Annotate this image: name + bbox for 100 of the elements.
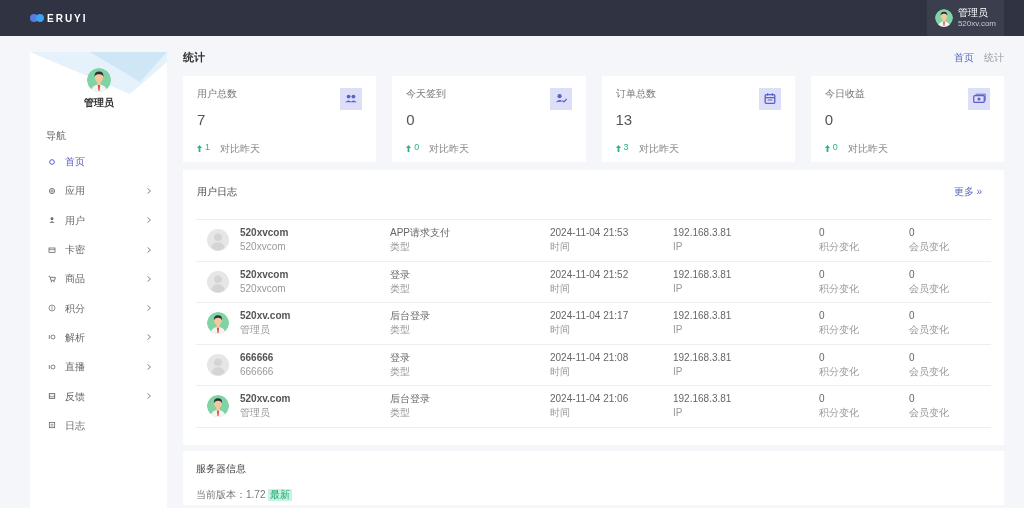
nav-label: 积分 (65, 301, 86, 316)
cell-label: 积分变化 (819, 406, 859, 421)
cell-value: 2024-11-04 21:06 (550, 392, 629, 407)
breadcrumb-link[interactable]: 首页 (954, 49, 974, 65)
plus-circle-icon (48, 186, 56, 195)
cart-icon (48, 274, 56, 283)
cell-value: 192.168.3.81 (673, 309, 732, 324)
cell-label: IP (673, 281, 683, 296)
cell-label: 时间 (550, 281, 570, 296)
cell-label: 520xvcom (240, 240, 286, 255)
cell-label: 会员变化 (909, 281, 949, 296)
nav-label: 应用 (65, 184, 86, 199)
cell-value: 2024-11-04 21:53 (550, 226, 629, 241)
stat-change: 0 (832, 141, 838, 155)
nav-item[interactable]: 用户 (30, 205, 167, 235)
cell-value: 后台登录 (390, 392, 430, 407)
stat-compare: 对比昨天 (847, 141, 888, 156)
nav-label: 解析 (65, 330, 86, 345)
cell-label: 520xvcom (240, 281, 286, 296)
avatar-placeholder-icon (207, 270, 229, 293)
cell-value: 0 (819, 226, 825, 241)
cell-label: 积分变化 (819, 364, 859, 379)
more-link[interactable]: 更多 » (953, 184, 982, 199)
cell-label: 积分变化 (819, 323, 859, 338)
nav-label: 卡密 (65, 243, 86, 258)
cell-label: 类型 (390, 323, 410, 338)
nav-label: 反馈 (65, 389, 86, 404)
cell-label: 时间 (550, 323, 570, 338)
nav-item[interactable]: 商品 (30, 264, 167, 294)
nav-section-label: 导航 (45, 129, 66, 143)
cell-value: 0 (819, 392, 825, 407)
user-menu[interactable]: 管理员 520xv.com (926, 0, 1004, 36)
arrow-up-icon (615, 144, 621, 152)
nav-label: 首页 (65, 155, 86, 170)
cell-value: 0 (909, 392, 915, 407)
nav-item[interactable]: 应用 (30, 176, 167, 206)
nav-item[interactable]: 直播 (30, 352, 167, 382)
stat-change: 3 (623, 141, 629, 155)
cell-label: 积分变化 (819, 240, 859, 255)
cell-label: IP (673, 406, 683, 421)
cell-label: 会员变化 (909, 323, 949, 338)
avatar-icon (207, 312, 229, 335)
cell-label: 类型 (390, 240, 410, 255)
stat-value: 0 (406, 110, 415, 130)
stat-compare: 对比昨天 (220, 141, 260, 156)
arrow-up-icon (197, 144, 202, 152)
nav-item[interactable]: 首页 (30, 147, 167, 177)
cell-label: 666666 (240, 364, 274, 379)
avatar-icon (207, 395, 229, 418)
cell-value: 520xvcom (240, 226, 289, 241)
nav-item[interactable]: 卡密 (30, 234, 167, 265)
cell-label: 类型 (390, 281, 410, 296)
avatar-placeholder-icon (207, 353, 229, 376)
cell-label: 类型 (390, 364, 410, 379)
version-text: 当前版本：1.72 (196, 488, 266, 502)
nav-label: 商品 (65, 272, 86, 287)
cell-value: 登录 (390, 267, 410, 282)
cell-label: 会员变化 (909, 364, 949, 379)
stat-label: 用户总数 (197, 87, 237, 101)
coin-icon (48, 304, 56, 313)
cell-value: 192.168.3.81 (673, 350, 732, 365)
cell-value: 后台登录 (390, 309, 430, 324)
nav-item[interactable]: 反馈 (30, 381, 167, 411)
stat-label: 今日收益 (824, 87, 865, 101)
card-title: 用户日志 (197, 185, 237, 199)
cell-label: 时间 (550, 406, 570, 421)
calendar-icon (48, 421, 56, 430)
cell-value: 2024-11-04 21:08 (550, 350, 629, 365)
avatar-icon (86, 68, 111, 92)
nav-item[interactable]: 积分 (30, 293, 167, 323)
circle-icon (48, 157, 56, 166)
stat-compare: 对比昨天 (429, 141, 470, 156)
page-title: 统计 (183, 49, 205, 65)
user-name: 管理员 (957, 7, 989, 18)
user-check-icon (549, 88, 572, 110)
users-icon (340, 88, 363, 110)
nav-label: 用户 (65, 213, 86, 228)
stat-label: 订单总数 (615, 87, 656, 101)
cell-label: 管理员 (240, 406, 270, 421)
stat-change: 1 (205, 141, 210, 155)
cell-value: 0 (909, 309, 915, 324)
stat-compare: 对比昨天 (638, 141, 679, 156)
cell-value: 192.168.3.81 (673, 226, 732, 241)
cell-value: 520xv.com (240, 309, 291, 324)
stat-value: 13 (615, 110, 633, 130)
card-icon (48, 245, 56, 254)
cell-value: 520xv.com (240, 392, 291, 407)
cell-value: 192.168.3.81 (673, 392, 732, 407)
cell-value: 2024-11-04 21:52 (550, 267, 629, 282)
cell-label: 时间 (550, 364, 570, 379)
cell-value: 0 (909, 267, 915, 282)
nav-item[interactable]: 日志 (30, 410, 167, 440)
nav-item[interactable]: 解析 (30, 322, 167, 353)
cell-label: 会员变化 (909, 240, 949, 255)
cell-value: 登录 (390, 350, 410, 365)
money-icon (968, 88, 990, 110)
cell-value: 0 (819, 309, 825, 324)
cell-value: 192.168.3.81 (673, 267, 732, 282)
stat-value: 0 (824, 110, 834, 130)
cell-label: IP (673, 323, 683, 338)
